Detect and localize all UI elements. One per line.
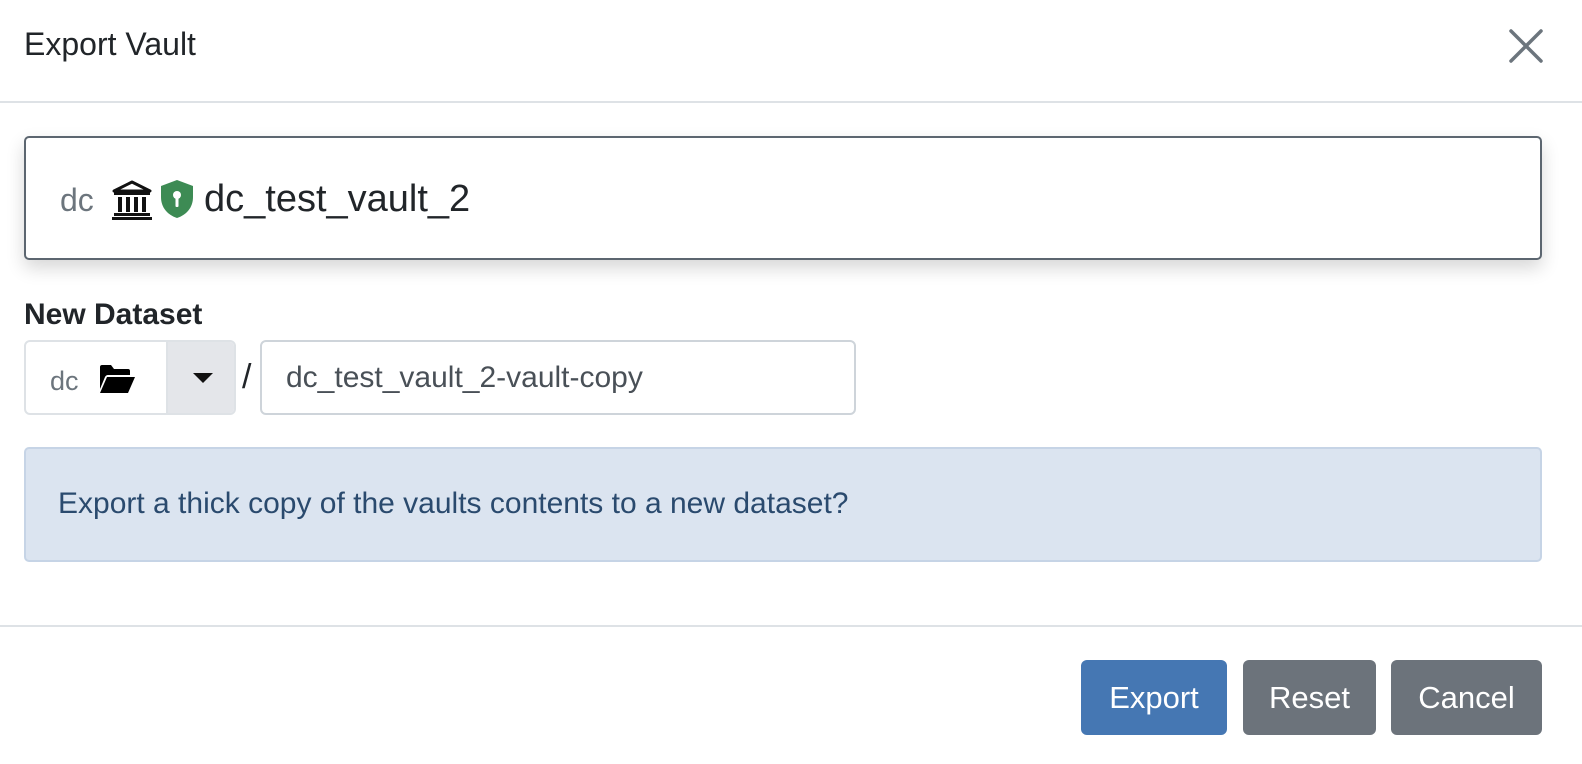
export-vault-dialog: Export Vault dc dc_test_vault_2 New Data bbox=[0, 0, 1582, 764]
info-alert: Export a thick copy of the vaults conten… bbox=[24, 447, 1542, 562]
dialog-footer: Export Reset Cancel bbox=[0, 625, 1582, 764]
namespace-value: dc bbox=[50, 366, 79, 396]
dialog-title: Export Vault bbox=[24, 26, 196, 62]
bank-icon bbox=[112, 180, 152, 220]
namespace-dropdown-toggle[interactable] bbox=[166, 342, 234, 413]
close-icon bbox=[1509, 29, 1543, 63]
caret-down-icon bbox=[193, 373, 213, 383]
vault-prefix: dc bbox=[60, 182, 94, 218]
dataset-name-input[interactable] bbox=[260, 340, 856, 415]
path-separator: / bbox=[242, 358, 252, 396]
reset-button[interactable]: Reset bbox=[1243, 660, 1376, 735]
export-button[interactable]: Export bbox=[1081, 660, 1227, 735]
folder-open-icon bbox=[100, 365, 135, 393]
new-dataset-label: New Dataset bbox=[24, 298, 203, 331]
cancel-button[interactable]: Cancel bbox=[1391, 660, 1542, 735]
source-vault-card: dc dc_test_vault_2 bbox=[24, 136, 1542, 260]
shield-keyhole-icon bbox=[161, 180, 193, 218]
alert-message: Export a thick copy of the vaults conten… bbox=[58, 487, 849, 520]
vault-name: dc_test_vault_2 bbox=[204, 178, 471, 220]
close-button[interactable] bbox=[1504, 24, 1548, 68]
dialog-header: Export Vault bbox=[0, 0, 1582, 103]
namespace-dropdown[interactable]: dc bbox=[24, 340, 236, 415]
